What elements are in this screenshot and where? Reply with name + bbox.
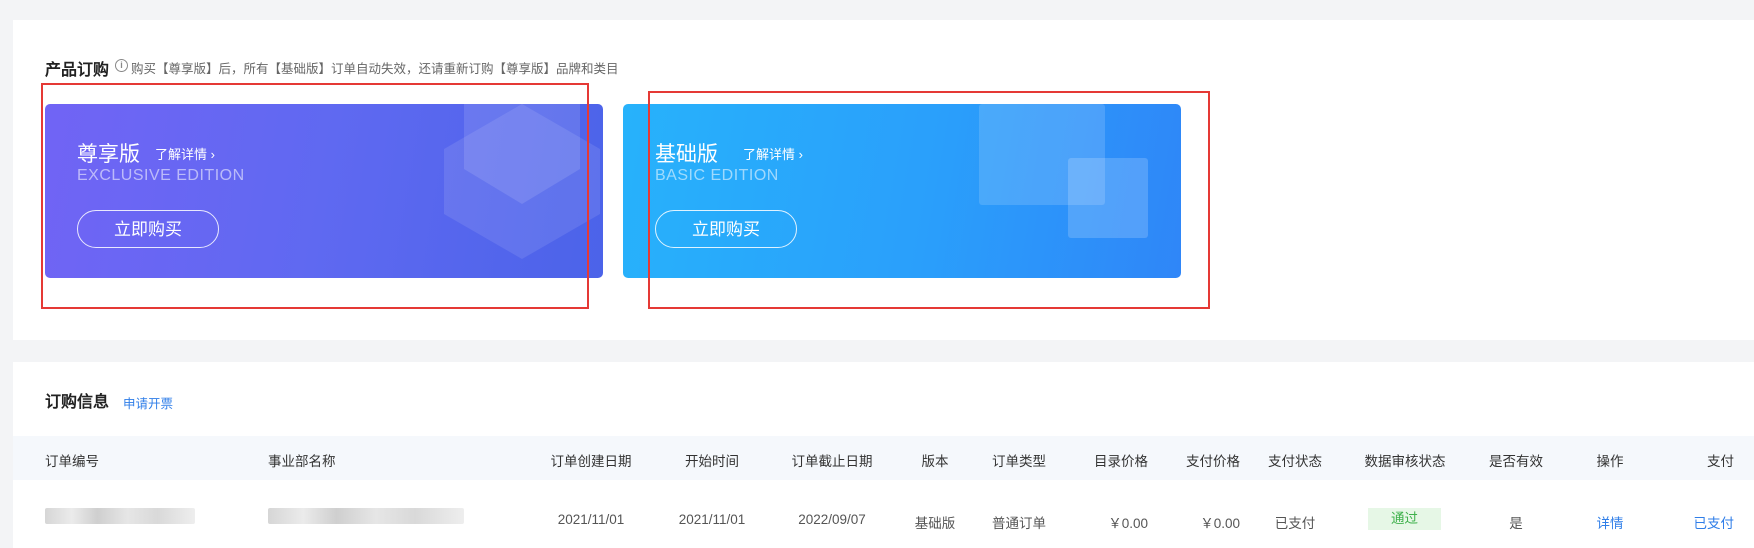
order-info-title: 订购信息: [45, 394, 110, 411]
column-header-version: 版本: [921, 454, 949, 469]
cell-version: 基础版: [914, 516, 956, 531]
column-header-start-time: 开始时间: [685, 454, 739, 469]
hexagon-decoration-icon: [444, 104, 600, 259]
product-order-panel: 产品订购 i 购买【尊享版】后，所有【基础版】订单自动失效，还请重新订购【尊享版…: [13, 20, 1754, 340]
exclusive-learn-more-link[interactable]: 了解详情 ›: [155, 144, 215, 163]
cell-valid: 是: [1509, 516, 1523, 531]
apply-invoice-link[interactable]: 申请开票: [123, 393, 173, 412]
detail-link[interactable]: 详情: [1597, 512, 1624, 532]
column-header-end-date: 订单截止日期: [791, 454, 873, 469]
basic-edition-card[interactable]: 基础版 了解详情 › BASIC EDITION 立即购买: [623, 104, 1181, 278]
exclusive-edition-card[interactable]: 尊享版 了解详情 › EXCLUSIVE EDITION 立即购买: [45, 104, 603, 278]
column-header-created-date: 订单创建日期: [550, 454, 632, 469]
cell-pay-status: 已支付: [1274, 516, 1316, 531]
column-header-pay-status: 支付状态: [1268, 454, 1322, 469]
basic-buy-button[interactable]: 立即购买: [655, 210, 797, 248]
cell-order-type: 普通订单: [992, 516, 1046, 531]
basic-edition-name: 基础版: [655, 143, 718, 166]
column-header-review-status: 数据审核状态: [1364, 454, 1446, 469]
redacted-order-id: [45, 508, 195, 524]
column-header-division: 事业部名称: [268, 454, 336, 469]
info-icon: i: [115, 59, 128, 72]
cell-list-price: ￥0.00: [1108, 516, 1148, 531]
cell-start-time: 2021/11/01: [678, 512, 746, 527]
column-header-order-type: 订单类型: [992, 454, 1046, 469]
cell-pay-price: ￥0.00: [1200, 516, 1240, 531]
redacted-division-name: [268, 508, 464, 524]
column-header-action: 操作: [1596, 454, 1624, 469]
exclusive-buy-button[interactable]: 立即购买: [77, 210, 219, 248]
cell-created-date: 2021/11/01: [557, 512, 625, 527]
basic-edition-subtitle: BASIC EDITION: [655, 167, 779, 184]
cell-end-date: 2022/09/07: [798, 512, 866, 527]
squares-decoration-icon: [979, 104, 1148, 238]
column-header-valid: 是否有效: [1489, 454, 1543, 469]
column-header-pay-price: 支付价格: [1186, 454, 1240, 469]
column-header-pay: 支付: [1707, 454, 1734, 469]
column-header-order-id: 订单编号: [45, 454, 99, 469]
product-order-title: 产品订购: [45, 62, 110, 79]
basic-learn-more-link[interactable]: 了解详情 ›: [743, 144, 803, 163]
paid-link[interactable]: 已支付: [1694, 512, 1735, 532]
product-order-note: 购买【尊享版】后，所有【基础版】订单自动失效，还请重新订购【尊享版】品牌和类目: [131, 62, 619, 76]
column-header-list-price: 目录价格: [1094, 454, 1148, 469]
exclusive-edition-subtitle: EXCLUSIVE EDITION: [77, 167, 245, 184]
order-info-panel: 订购信息 申请开票 订单编号 事业部名称 订单创建日期 开始时间 订单截止日期 …: [13, 362, 1754, 548]
exclusive-edition-name: 尊享版: [77, 143, 140, 166]
review-status-badge: 通过: [1368, 508, 1441, 530]
